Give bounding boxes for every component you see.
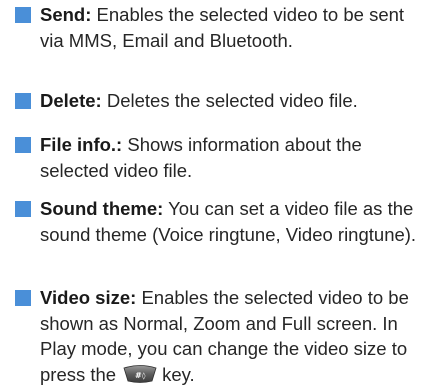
square-bullet-icon	[15, 93, 31, 109]
square-bullet-icon	[15, 290, 31, 306]
svg-text:#: #	[135, 371, 142, 380]
square-bullet-icon	[15, 201, 31, 217]
item-term: File info.:	[40, 134, 122, 155]
item-description: Enables the selected video to be sent vi…	[40, 4, 404, 51]
list-item-sound-theme: Sound theme: You can set a video file as…	[15, 196, 427, 247]
list-item-video-size: Video size: Enables the selected video t…	[15, 285, 427, 390]
square-bullet-icon	[15, 137, 31, 153]
list-item-delete: Delete: Deletes the selected video file.	[15, 88, 358, 114]
item-term: Video size:	[40, 287, 136, 308]
svg-text:◊: ◊	[142, 372, 146, 380]
list-item-send: Send: Enables the selected video to be s…	[15, 2, 427, 53]
item-term: Send:	[40, 4, 91, 25]
item-term: Delete:	[40, 90, 102, 111]
item-description: Deletes the selected video file.	[107, 90, 358, 111]
square-bullet-icon	[15, 7, 31, 23]
item-term: Sound theme:	[40, 198, 163, 219]
list-item-file-info: File info.: Shows information about the …	[15, 132, 427, 183]
hash-key-icon: # ◊	[122, 364, 158, 390]
